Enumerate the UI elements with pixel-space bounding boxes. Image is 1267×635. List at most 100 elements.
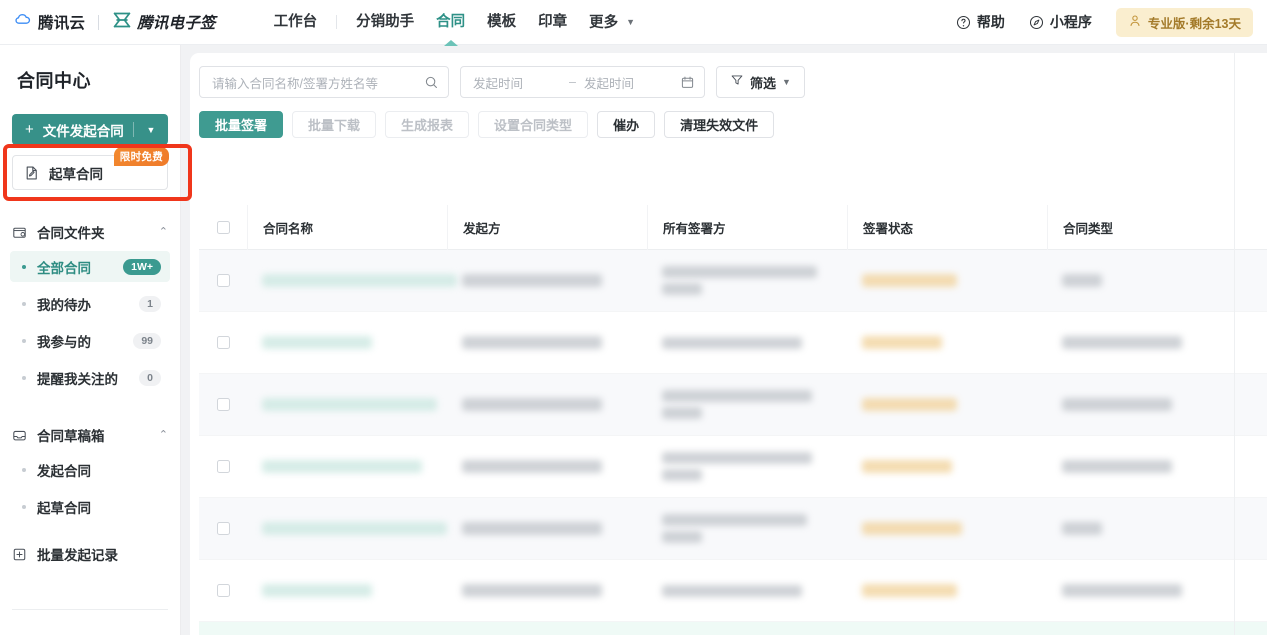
tencent-cloud-logo[interactable]: 腾讯云: [14, 10, 85, 34]
table-row[interactable]: [199, 250, 1267, 312]
redacted-content: [262, 460, 422, 473]
set-contract-type-button[interactable]: 设置合同类型: [478, 111, 589, 138]
sidebar-item-all-contracts[interactable]: 全部合同 1W+: [10, 251, 170, 282]
sidebar-item-initiate-contract[interactable]: 发起合同: [10, 454, 170, 485]
chevron-down-icon: ▼: [626, 16, 636, 27]
row-checkbox-cell: [199, 498, 247, 560]
cell-signers: [647, 560, 847, 622]
batch-sign-button[interactable]: 批量签署: [199, 111, 284, 138]
sidebar-item-draft-contract[interactable]: 起草合同: [10, 491, 170, 522]
row-checkbox-cell: [199, 312, 247, 374]
column-header-signers[interactable]: 所有签署方: [647, 204, 847, 250]
redacted-content: [262, 522, 447, 535]
cell-sign-status: [847, 498, 1047, 560]
table-row[interactable]: [199, 560, 1267, 622]
column-header-name[interactable]: 合同名称: [247, 204, 447, 250]
nav-item-contract[interactable]: 合同: [425, 0, 476, 46]
sidebar-item-my-todo[interactable]: 我的待办 1: [10, 288, 170, 319]
nav-label: 工作台: [273, 13, 318, 30]
redacted-content: [862, 274, 957, 287]
table-row[interactable]: [199, 436, 1267, 498]
cell-signers: [647, 622, 847, 635]
row-checkbox-cell: [199, 436, 247, 498]
nav-item-workbench[interactable]: 工作台: [263, 0, 329, 45]
nav-divider: [336, 15, 338, 29]
nav-item-template[interactable]: 模板: [476, 0, 527, 45]
redacted-text: [662, 266, 817, 278]
urge-button[interactable]: 催办: [597, 111, 656, 138]
row-checkbox[interactable]: [216, 584, 230, 597]
cell-sign-status: [847, 436, 1047, 498]
nav-item-distribution[interactable]: 分销助手: [345, 0, 425, 45]
redacted-content: [462, 584, 602, 597]
redacted-content: [462, 336, 602, 349]
search-icon[interactable]: [424, 75, 439, 90]
pro-plan-badge[interactable]: 专业版·剩余13天: [1115, 7, 1253, 37]
help-button[interactable]: 帮助: [956, 12, 1005, 32]
sidebar-item-batch-records[interactable]: 批量发起记录: [12, 541, 168, 567]
sidebar-item-label: 起草合同: [37, 500, 91, 516]
chevron-up-icon[interactable]: ⌃: [159, 226, 168, 238]
cell-contract-name: [247, 498, 447, 560]
draft-contract-button[interactable]: 起草合同 限时免费: [12, 147, 169, 190]
group-label: 合同草稿箱: [37, 429, 105, 444]
miniprogram-button[interactable]: 小程序: [1029, 12, 1092, 32]
sidebar-group-contract-folder[interactable]: 合同文件夹 ⌃: [12, 219, 168, 245]
nav-item-more[interactable]: 更多 ▼: [578, 0, 646, 45]
redacted-text: [662, 336, 802, 349]
generate-report-button[interactable]: 生成报表: [385, 111, 470, 138]
table-row[interactable]: [199, 374, 1267, 436]
redacted-text: [662, 452, 812, 464]
redacted-content: [262, 398, 437, 411]
table-row[interactable]: [199, 498, 1267, 560]
column-header-status[interactable]: 签署状态: [847, 204, 1047, 250]
create-contract-from-file-button[interactable]: + 文件发起合同 ▼: [12, 114, 168, 145]
row-checkbox[interactable]: [216, 460, 230, 473]
sidebar-item-participated[interactable]: 我参与的 99: [10, 325, 170, 356]
chevron-down-icon[interactable]: ▼: [134, 125, 168, 135]
redacted-text: [662, 531, 702, 543]
calendar-icon[interactable]: [680, 75, 695, 90]
cell-contract-name: [247, 312, 447, 374]
date-range-input[interactable]: 发起时间 – 发起时间: [460, 66, 705, 98]
table-row[interactable]: [199, 622, 1267, 635]
row-checkbox[interactable]: [216, 274, 230, 287]
row-checkbox[interactable]: [216, 398, 230, 411]
cell-signers: [647, 312, 847, 374]
table-row[interactable]: [199, 312, 1267, 374]
redacted-text: [462, 522, 602, 535]
redacted-text: [1062, 522, 1102, 535]
redacted-text: [1062, 398, 1172, 411]
page-title: 合同中心: [17, 71, 91, 91]
clear-invalid-files-button[interactable]: 清理失效文件: [664, 111, 775, 138]
cell-sign-status: [847, 622, 1047, 635]
limited-free-tag: 限时免费: [113, 147, 169, 166]
redacted-content: [462, 398, 602, 411]
cell-initiator: [447, 560, 647, 622]
row-checkbox-cell: [199, 622, 247, 635]
redacted-text: [862, 398, 957, 411]
cell-signers: [647, 498, 847, 560]
redacted-content: [262, 584, 372, 597]
filter-button[interactable]: 筛选 ▼: [716, 66, 805, 98]
cell-sign-status: [847, 250, 1047, 312]
plus-icon: +: [25, 121, 34, 138]
search-input[interactable]: 请输入合同名称/签署方姓名等: [199, 66, 449, 98]
row-checkbox[interactable]: [216, 522, 230, 535]
select-all-header: [199, 205, 247, 250]
batch-download-button[interactable]: 批量下载: [292, 111, 377, 138]
sidebar-group-draft-box[interactable]: 合同草稿箱 ⌃: [12, 422, 168, 448]
sidebar-item-label: 我的待办: [37, 297, 91, 313]
cell-contract-name: [247, 374, 447, 436]
redacted-text: [262, 398, 437, 411]
cell-initiator: [447, 622, 647, 635]
sidebar-item-watched[interactable]: 提醒我关注的 0: [10, 362, 170, 393]
date-end-placeholder: 发起时间: [583, 76, 634, 91]
nav-item-seal[interactable]: 印章: [527, 0, 578, 45]
column-header-initiator[interactable]: 发起方: [447, 204, 647, 250]
row-checkbox[interactable]: [216, 336, 230, 349]
select-all-checkbox[interactable]: [216, 220, 230, 234]
esign-logo[interactable]: 腾讯电子签: [112, 11, 216, 34]
chevron-up-icon[interactable]: ⌃: [159, 429, 168, 441]
main-content: 请输入合同名称/签署方姓名等 发起时间 – 发起时间 筛选 ▼ 批量签署 批量下…: [181, 45, 1267, 635]
